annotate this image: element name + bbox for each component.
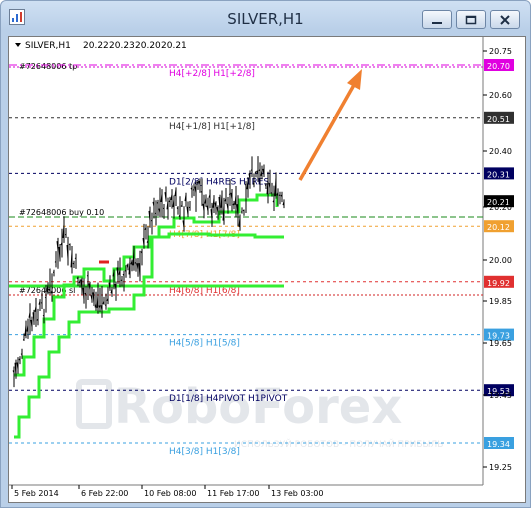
price-bar-tick — [242, 209, 245, 212]
price-tick-label: 20.40 — [489, 147, 512, 156]
header-dropdown-icon — [15, 43, 21, 47]
restore-icon — [465, 15, 477, 25]
time-tick-label: 11 Feb 17:00 — [207, 489, 259, 498]
price-tick-label: 20.60 — [489, 91, 512, 100]
watermark-text: RoboForex — [114, 379, 402, 435]
chart-header: SILVER,H1 20.22 20.23 20.20 20.21 — [15, 41, 187, 51]
level-label: H4[5/8] H1[5/8] — [169, 339, 240, 349]
price-bar-tick — [20, 353, 23, 355]
maximize-button[interactable] — [456, 10, 486, 29]
price-bar-tick — [156, 202, 159, 204]
price-tick-label: 19.85 — [489, 297, 512, 306]
price-tick-label: 19.45 — [489, 391, 512, 400]
header-close: 20.21 — [161, 41, 187, 51]
price-bar-tick — [54, 261, 57, 263]
murrey-levels: H4[+2/8] H1[+2/8] 20.70 H4[+1/8] H1[+1/8] 2… — [9, 59, 514, 457]
price-tick-label: 19.65 — [489, 339, 512, 348]
header-high: 20.23 — [109, 41, 135, 51]
price-tick-label: 20.20 — [489, 203, 512, 212]
level-label: H4[+2/8] H1[+2/8] — [169, 69, 255, 79]
price-chart[interactable]: RoboForex ИСПОЛЬЗУЙ РОБОТОВ – ПОЛУЧАЙ ПР… — [9, 37, 525, 502]
header-symbol: SILVER,H1 — [25, 41, 71, 51]
watermark-subtext: ИСПОЛЬЗУЙ РОБОТОВ – ПОЛУЧАЙ ПРИБЫЛЬ — [234, 438, 443, 450]
price-axis: 20.75 20.60 20.40 20.20 20.00 19.85 19.65 19.45… — [483, 47, 512, 472]
tp-order-label: #72648006 tp — [19, 62, 77, 71]
level-price-label: 20.12 — [487, 223, 510, 232]
level-label: H4[+1/8] H1[+1/8] — [169, 122, 255, 132]
title-bar[interactable]: SILVER,H1 — [1, 1, 530, 37]
level-label: D1[1/8] H4PIVOT H1PIVOT — [169, 394, 288, 404]
header-low: 20.20 — [135, 41, 161, 51]
price-bar-tick — [42, 314, 45, 317]
forecast-arrow[interactable] — [298, 69, 362, 181]
price-bar-tick — [74, 257, 77, 260]
price-bar-tick — [270, 192, 273, 194]
price-bar-tick — [120, 279, 123, 282]
chart-window: SILVER,H1 RoboForex ИСПОЛЬЗУЙ РОБОТОВ – … — [0, 0, 531, 508]
minimize-icon — [432, 22, 442, 24]
level-price-label: 19.92 — [487, 279, 510, 288]
level-price-label: 20.31 — [487, 170, 510, 179]
minimize-button[interactable] — [422, 10, 452, 29]
price-tick-label: 19.25 — [489, 463, 512, 472]
close-button[interactable] — [490, 10, 520, 29]
level-price-label: 20.70 — [487, 62, 510, 71]
price-tick-label: 20.00 — [489, 256, 512, 265]
time-axis: 5 Feb 2014 6 Feb 22:00 10 Feb 08:00 11 Feb … — [11, 485, 323, 498]
header-open: 20.22 — [83, 41, 109, 51]
close-icon — [500, 15, 510, 25]
time-tick-label: 5 Feb 2014 — [14, 489, 59, 498]
price-bar-tick — [254, 171, 257, 174]
level-label: H4[3/8] H1[3/8] — [169, 447, 240, 457]
price-bar-tick — [240, 211, 243, 213]
time-tick-label: 6 Feb 22:00 — [81, 489, 128, 498]
price-bar-tick — [180, 205, 183, 207]
chart-area[interactable]: RoboForex ИСПОЛЬЗУЙ РОБОТОВ – ПОЛУЧАЙ ПР… — [8, 36, 526, 503]
time-tick-label: 13 Feb 03:00 — [271, 489, 323, 498]
watermark: RoboForex ИСПОЛЬЗУЙ РОБОТОВ – ПОЛУЧАЙ ПР… — [76, 379, 443, 450]
time-tick-label: 10 Feb 08:00 — [144, 489, 196, 498]
price-tick-label: 20.75 — [489, 47, 512, 56]
level-price-label: 20.51 — [487, 115, 510, 124]
level-price-label: 19.34 — [487, 440, 510, 449]
buy-order-label: #72648006 buy 0.10 — [19, 208, 104, 217]
price-bar-tick — [278, 194, 281, 196]
